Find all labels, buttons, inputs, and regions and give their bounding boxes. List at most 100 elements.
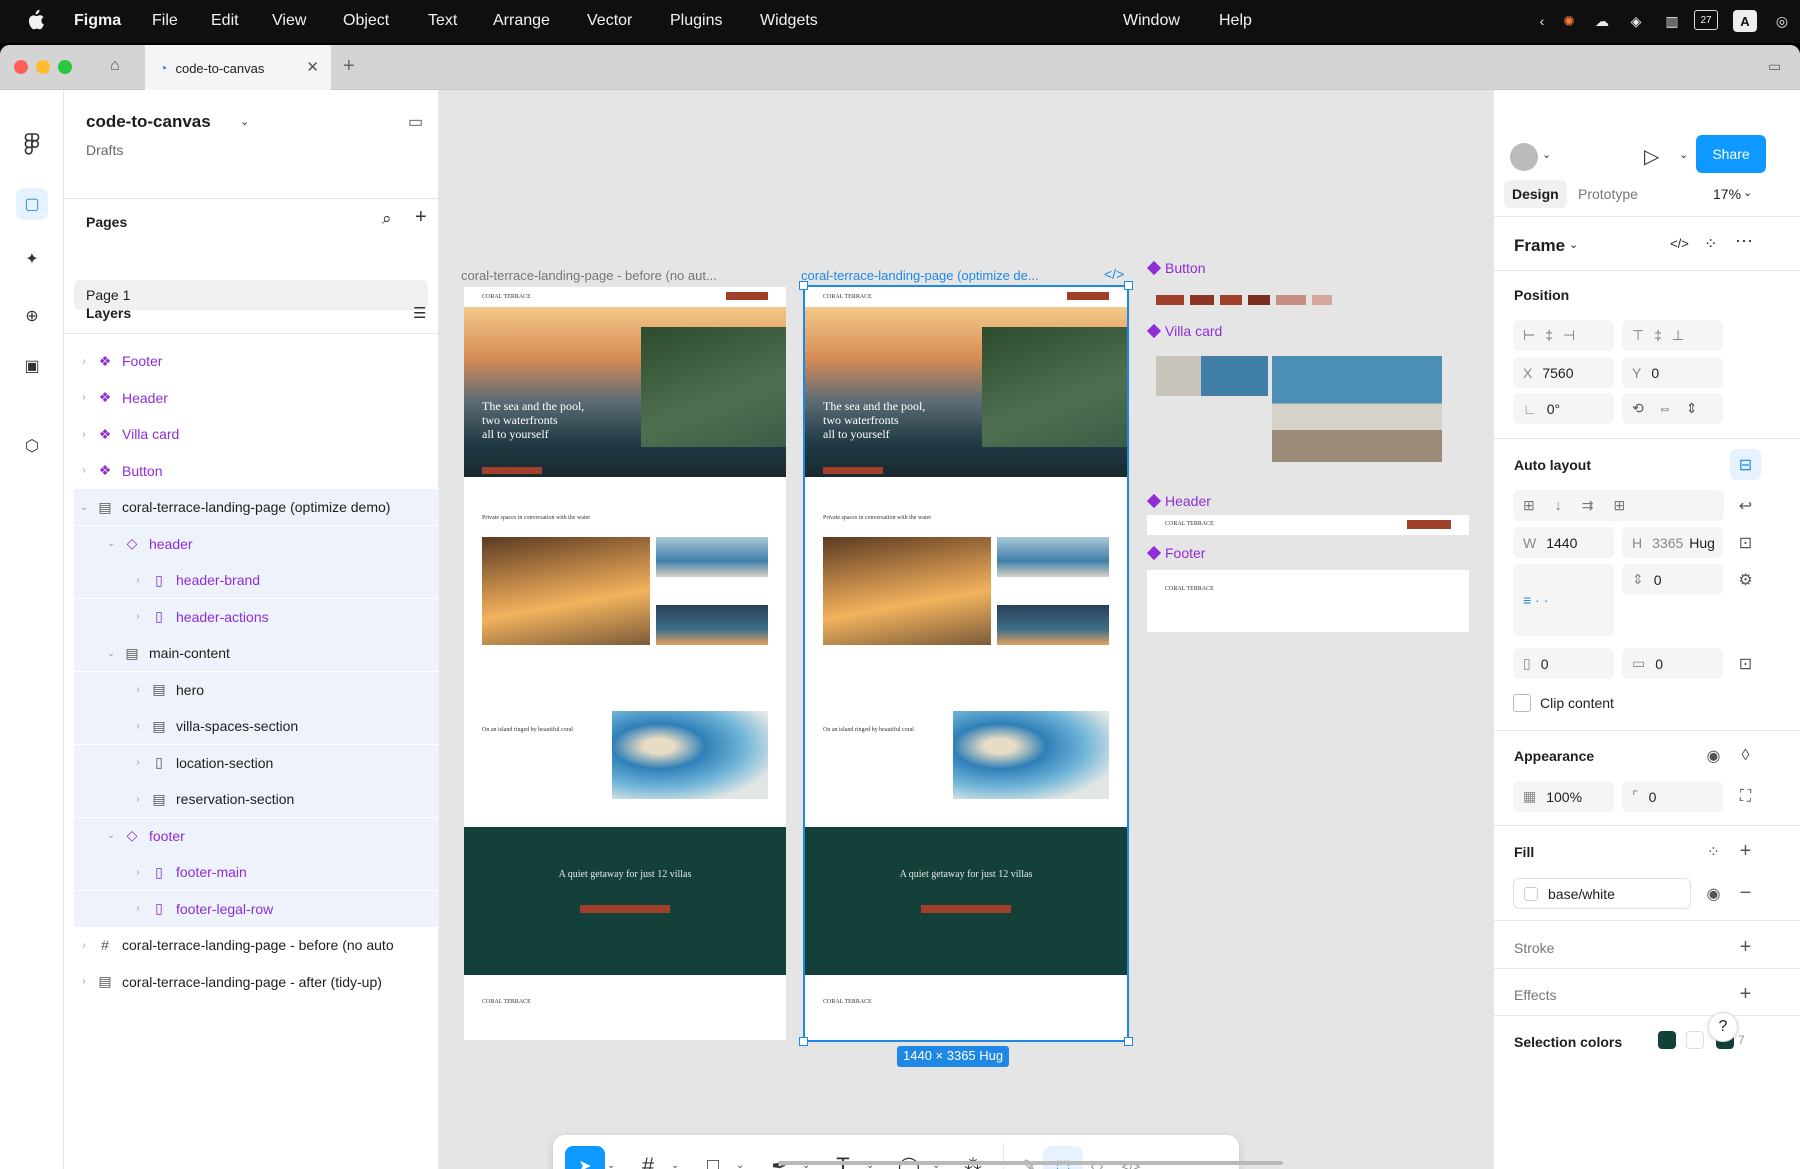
- menu-text[interactable]: Text: [428, 12, 457, 30]
- comment-tool-icon[interactable]: ◯: [889, 1146, 929, 1169]
- figma-menu-icon[interactable]: [16, 128, 48, 160]
- resize-to-fit-icon[interactable]: ⊡: [1730, 527, 1761, 558]
- add-effect-plus-icon[interactable]: +: [1730, 979, 1761, 1010]
- expand-chevron-right-icon[interactable]: ›: [78, 392, 90, 403]
- minimize-window-button[interactable]: [36, 60, 50, 74]
- button-variant[interactable]: [1276, 295, 1306, 305]
- layer-filter-icon[interactable]: ☰: [413, 304, 426, 322]
- width-field[interactable]: W 1440: [1513, 527, 1614, 558]
- rotation-value[interactable]: 0°: [1547, 401, 1560, 417]
- more-options-icon[interactable]: ···: [1735, 230, 1753, 251]
- expand-chevron-right-icon[interactable]: ›: [78, 356, 90, 367]
- horizontal-scrollbar[interactable]: [778, 1161, 1283, 1165]
- h-value[interactable]: 3365: [1652, 535, 1683, 551]
- new-tab-plus-icon[interactable]: +: [343, 55, 355, 78]
- collapse-chevron-down-icon[interactable]: ⌄: [105, 538, 117, 549]
- component-button-label[interactable]: Button: [1146, 260, 1205, 276]
- file-title[interactable]: code-to-canvas: [86, 112, 211, 132]
- shape-tool-chevron-down-icon[interactable]: ⌄: [736, 1160, 744, 1169]
- menu-vector[interactable]: Vector: [587, 12, 632, 30]
- dev-mode-icon[interactable]: </>: [1111, 1146, 1151, 1169]
- expand-chevron-right-icon[interactable]: ›: [132, 684, 144, 695]
- visibility-eye-icon[interactable]: ◉: [1698, 740, 1729, 771]
- h-padding-value[interactable]: 0: [1541, 656, 1549, 672]
- move-tool-chevron-down-icon[interactable]: ⌄: [607, 1160, 615, 1169]
- header-component-cta[interactable]: [1407, 520, 1451, 529]
- tray-cloud-icon[interactable]: ☁: [1590, 10, 1614, 32]
- gap-field[interactable]: ⇕ 0: [1622, 564, 1723, 595]
- component-create-icon[interactable]: ⁘: [1704, 234, 1717, 254]
- fill-visibility-eye-icon[interactable]: ◉: [1698, 878, 1729, 909]
- expand-chevron-right-icon[interactable]: ›: [78, 429, 90, 440]
- tray-chevron-left-icon[interactable]: ‹: [1533, 10, 1551, 32]
- move-tool-icon[interactable]: ➤: [565, 1146, 605, 1169]
- search-pages-icon[interactable]: ⌕: [382, 209, 392, 229]
- independent-corners-icon[interactable]: ⛶: [1730, 781, 1761, 812]
- y-value[interactable]: 0: [1651, 365, 1659, 381]
- layer-header-actions[interactable]: › ▯ header-actions: [74, 598, 439, 635]
- v-padding-value[interactable]: 0: [1655, 656, 1663, 672]
- avatar-chevron-down-icon[interactable]: ⌄: [1542, 148, 1551, 161]
- expand-chevron-right-icon[interactable]: ›: [132, 867, 144, 878]
- tab-design[interactable]: Design: [1504, 180, 1567, 208]
- toolbox-icon[interactable]: ▣: [16, 350, 48, 382]
- layer-optimized-frame[interactable]: ⌄ ▤ coral-terrace-landing-page (optimize d…: [74, 489, 439, 525]
- zoom-chevron-down-icon[interactable]: ⌄: [1743, 186, 1752, 199]
- expand-chevron-right-icon[interactable]: ›: [132, 903, 144, 914]
- pen-tool-icon[interactable]: ✒: [759, 1146, 799, 1169]
- resize-handle-top-left[interactable]: [799, 281, 808, 290]
- layer-footer-component[interactable]: › ❖ Footer: [74, 343, 439, 379]
- frame-selected-label[interactable]: coral-terrace-landing-page (optimize de.…: [801, 268, 1039, 283]
- layer-reservation-section[interactable]: › ▤ reservation-section: [74, 781, 439, 817]
- share-button[interactable]: Share: [1696, 135, 1766, 173]
- individual-padding-icon[interactable]: ⊡: [1730, 648, 1761, 679]
- horizontal-align-group[interactable]: ⊢‡⊣: [1513, 320, 1614, 351]
- alignment-grid[interactable]: ≡ · ·: [1513, 564, 1614, 636]
- selection-color-swatch-white[interactable]: [1686, 1031, 1704, 1049]
- tab-code-to-canvas[interactable]: ◔ code-to-canvas ✕: [145, 45, 331, 91]
- layer-header-instance[interactable]: ⌄ ◇ header: [74, 525, 439, 562]
- x-value[interactable]: 7560: [1542, 365, 1573, 381]
- opacity-value[interactable]: 100%: [1546, 789, 1582, 805]
- apple-icon[interactable]: [26, 9, 44, 31]
- rectangle-tool-icon[interactable]: □: [693, 1146, 733, 1169]
- component-header-label[interactable]: Header: [1146, 493, 1211, 509]
- add-fill-plus-icon[interactable]: +: [1730, 836, 1761, 867]
- footer-component[interactable]: CORAL TERRACE: [1147, 570, 1469, 632]
- help-question-icon[interactable]: ?: [1708, 1012, 1738, 1042]
- frame-type-label[interactable]: Frame: [1514, 236, 1565, 256]
- layer-villa-card-component[interactable]: › ❖ Villa card: [74, 416, 439, 452]
- expand-chevron-right-icon[interactable]: ›: [132, 721, 144, 732]
- actions-tool-icon[interactable]: ⁂: [953, 1146, 993, 1169]
- close-tab-icon[interactable]: ✕: [306, 58, 319, 76]
- fill-value[interactable]: base/white: [1548, 886, 1615, 902]
- zoom-level[interactable]: 17%: [1713, 186, 1741, 202]
- file-title-chevron-down-icon[interactable]: ⌄: [240, 115, 249, 128]
- tab-prototype[interactable]: Prototype: [1578, 186, 1638, 202]
- villa-card-bedroom-image[interactable]: [1156, 356, 1268, 396]
- flip-group[interactable]: ⟲⇔⇕: [1622, 393, 1723, 424]
- corner-radius-value[interactable]: 0: [1649, 789, 1657, 805]
- add-page-plus-icon[interactable]: +: [415, 206, 427, 229]
- window-layout-icon[interactable]: ▭: [1768, 58, 1781, 75]
- selection-color-swatch-green[interactable]: [1658, 1031, 1676, 1049]
- collapse-chevron-down-icon[interactable]: ⌄: [105, 830, 117, 841]
- avatar[interactable]: [1510, 143, 1538, 171]
- expand-chevron-right-icon[interactable]: ›: [132, 757, 144, 768]
- present-play-icon[interactable]: ▷: [1644, 144, 1659, 169]
- frame-tool-icon[interactable]: #: [628, 1146, 668, 1169]
- layer-footer-main[interactable]: › ▯ footer-main: [74, 854, 439, 890]
- present-chevron-down-icon[interactable]: ⌄: [1679, 148, 1688, 161]
- menu-file[interactable]: File: [152, 12, 178, 30]
- wrap-icon[interactable]: ↩: [1730, 490, 1761, 521]
- resize-handle-top-right[interactable]: [1124, 281, 1133, 290]
- text-tool-icon[interactable]: T: [823, 1146, 863, 1169]
- layer-footer-legal-row[interactable]: › ▯ footer-legal-row: [74, 890, 439, 927]
- menu-window[interactable]: Window: [1123, 12, 1180, 30]
- blend-mode-drop-icon[interactable]: ◊: [1730, 740, 1761, 771]
- menu-view[interactable]: View: [272, 12, 306, 30]
- expand-chevron-right-icon[interactable]: ›: [78, 940, 90, 951]
- layer-button-component[interactable]: › ❖ Button: [74, 453, 439, 489]
- layer-location-section[interactable]: › ▯ location-section: [74, 744, 439, 781]
- design-canvas[interactable]: coral-terrace-landing-page - before (no …: [439, 90, 1493, 1169]
